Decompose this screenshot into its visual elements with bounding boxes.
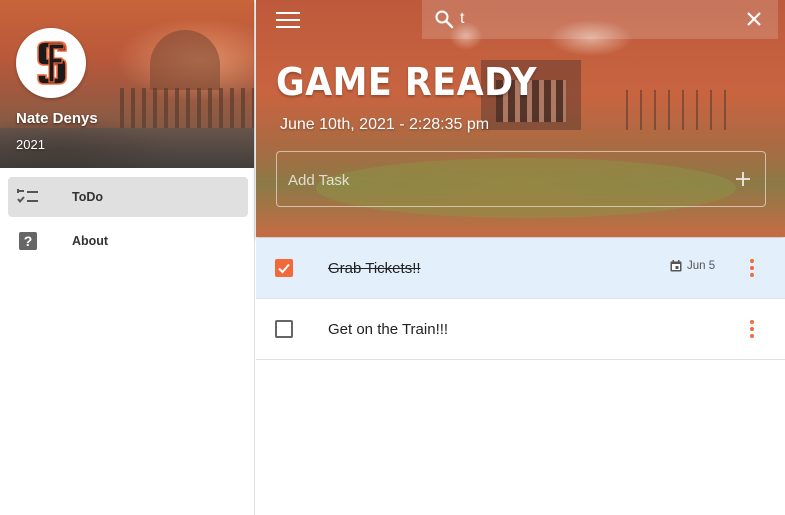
avatar	[16, 28, 86, 98]
menu-icon[interactable]	[276, 10, 300, 30]
app-header: GAME READY June 10th, 2021 - 2:28:35 pm	[256, 0, 785, 237]
user-year: 2021	[16, 137, 45, 152]
more-vert-icon[interactable]	[747, 259, 757, 277]
sidebar-header: Nate Denys 2021	[0, 0, 254, 168]
user-name: Nate Denys	[16, 110, 98, 127]
page-title: GAME READY	[276, 60, 537, 104]
task-title: Grab Tickets!!	[328, 259, 421, 277]
task-row[interactable]: Grab Tickets!! Jun 5	[256, 238, 785, 299]
search-input[interactable]	[460, 8, 730, 30]
sidebar-nav: ToDo ? About	[0, 176, 255, 265]
add-icon[interactable]	[735, 171, 751, 192]
background-columns	[120, 88, 254, 128]
more-vert-icon[interactable]	[747, 320, 757, 338]
checklist-icon	[17, 186, 39, 208]
task-title: Get on the Train!!!	[328, 320, 449, 338]
task-due-label: Jun 5	[687, 260, 716, 272]
task-checkbox[interactable]	[275, 320, 293, 338]
search-bar	[422, 0, 778, 39]
sidebar: Nate Denys 2021 ToDo ? About	[0, 0, 255, 515]
sidebar-item-about[interactable]: ? About	[8, 221, 248, 261]
task-row[interactable]: Get on the Train!!!	[256, 299, 785, 360]
calendar-icon	[670, 260, 682, 272]
background-light-towers	[626, 90, 736, 130]
current-datetime: June 10th, 2021 - 2:28:35 pm	[280, 116, 490, 133]
check-icon	[278, 263, 290, 274]
add-task-input[interactable]	[288, 169, 708, 191]
sidebar-item-label: ToDo	[72, 190, 104, 204]
sidebar-item-todo[interactable]: ToDo	[8, 177, 248, 217]
help-icon: ?	[17, 230, 39, 252]
background-dome	[150, 30, 220, 90]
sf-giants-logo-icon	[17, 29, 85, 97]
search-icon	[434, 9, 454, 34]
svg-text:?: ?	[24, 233, 33, 249]
task-due-date: Jun 5	[669, 259, 715, 273]
add-task-field	[276, 151, 766, 207]
task-checkbox[interactable]	[275, 259, 293, 277]
close-icon[interactable]	[746, 11, 762, 32]
sidebar-item-label: About	[72, 234, 109, 248]
task-list: Grab Tickets!! Jun 5 Get on the Train!!!	[256, 238, 785, 360]
